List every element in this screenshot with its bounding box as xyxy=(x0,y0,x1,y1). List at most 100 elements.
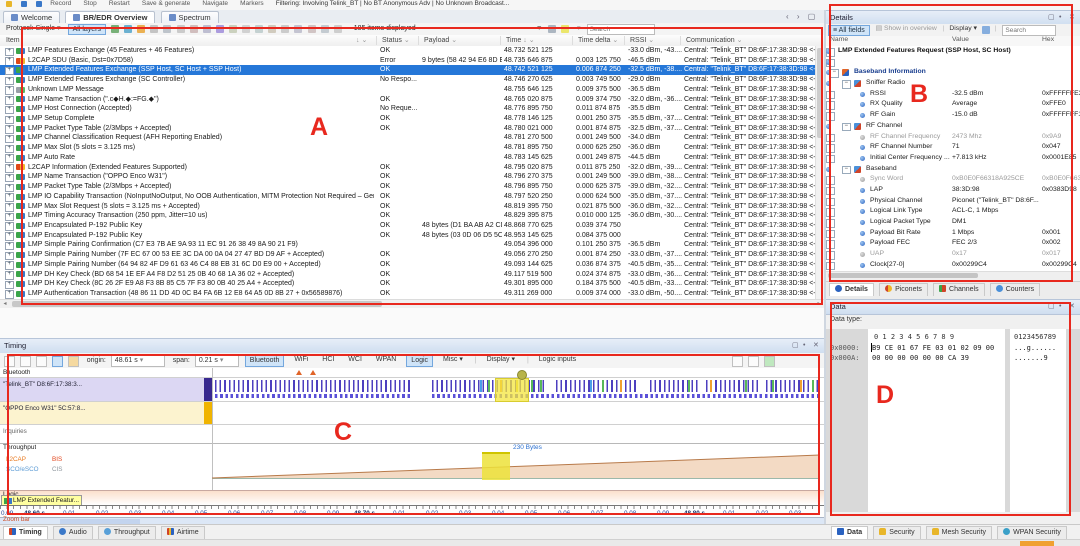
column-header-status[interactable]: Status ⌄ xyxy=(382,35,410,46)
expander-icon[interactable]: + xyxy=(5,281,14,290)
details-row[interactable]: Sync Word 0xB0E0F66318A925CE 0xB0E0F663.… xyxy=(826,174,1080,185)
bell-icon[interactable] xyxy=(137,25,145,33)
wci-toggle[interactable]: WCI xyxy=(344,354,366,365)
collapse-icon[interactable]: − xyxy=(842,123,851,132)
navigate-button[interactable]: Navigate xyxy=(202,0,228,7)
window-icon[interactable]: ▢ xyxy=(1048,14,1055,22)
pin-icon[interactable]: • xyxy=(1059,303,1061,311)
display-dropdown[interactable]: Display ▾ xyxy=(949,25,977,32)
expander-icon[interactable]: + xyxy=(5,203,14,212)
column-header-payload[interactable]: Payload ⌄ xyxy=(424,35,457,46)
card-icon[interactable] xyxy=(294,25,302,33)
save-generate-button[interactable]: Save & generate xyxy=(142,0,190,7)
details-tab[interactable]: Counters xyxy=(990,283,1040,296)
marker-flag-icon[interactable] xyxy=(310,370,316,375)
link-icon[interactable] xyxy=(124,25,132,33)
details-row[interactable]: RF Gain -15.0 dB 0xFFFFFFF1 xyxy=(826,110,1080,121)
details-row[interactable]: Payload FEC FEC 2/3 0x002 xyxy=(826,238,1080,249)
expander-icon[interactable]: + xyxy=(5,77,14,86)
collapse-icon[interactable]: − xyxy=(830,69,839,78)
marker-icon[interactable] xyxy=(216,25,224,33)
column-header-time-delta[interactable]: Time delta ⌄ xyxy=(578,35,618,46)
expander-icon[interactable]: + xyxy=(5,184,14,193)
details-row[interactable]: Logical Link Type ACL-C, 1 Mbps xyxy=(826,206,1080,217)
expander-icon[interactable]: + xyxy=(5,135,14,144)
expander-icon[interactable]: + xyxy=(5,290,14,299)
restart-button[interactable]: Restart xyxy=(109,0,130,7)
data-bottom-tab[interactable]: WPAN Security xyxy=(997,526,1067,539)
table-row[interactable]: + LMP Packet Type Table (2/3Mbps + Accep… xyxy=(0,124,824,134)
table-row[interactable]: + LMP Packet Type Table (2/3Mbps + Accep… xyxy=(0,182,824,192)
details-col-value[interactable]: Value xyxy=(952,36,969,43)
globe-icon[interactable] xyxy=(308,25,316,33)
bottom-tab[interactable]: Audio xyxy=(53,526,93,539)
hex-view[interactable]: 0 1 2 3 4 5 6 7 8 9 0123456789 0x0000: B… xyxy=(826,329,1080,512)
zoom-tool-icon[interactable] xyxy=(36,356,47,367)
details-row[interactable]: Clock[27-0] 0x00299C4 0x00299C4 xyxy=(826,260,1080,271)
details-row[interactable]: − Sniffer Radio xyxy=(826,78,1080,89)
pan-tool-icon[interactable] xyxy=(20,356,31,367)
details-row[interactable]: RSSI -32.5 dBm 0xFFFFFFE3 xyxy=(826,89,1080,100)
expander-icon[interactable]: + xyxy=(5,116,14,125)
expander-icon[interactable]: + xyxy=(5,57,14,66)
data-bottom-tab[interactable]: Mesh Security xyxy=(926,526,992,539)
details-row[interactable]: LMP Extended Features Request (SSP Host,… xyxy=(826,46,1080,57)
search-input[interactable] xyxy=(587,24,655,35)
export-view-icon[interactable] xyxy=(764,356,775,367)
table-row[interactable]: + LMP DH Key Check (8C 26 2F E9 A8 F3 8B… xyxy=(0,279,824,289)
table-row[interactable]: + LMP Features Exchange (45 Features + 4… xyxy=(0,46,824,56)
table-row[interactable]: + LMP Simple Pairing Confirmation (C7 E3… xyxy=(0,240,824,250)
table-row[interactable]: + LMP Auto Rate 48.783 145 625 0.001 249… xyxy=(0,153,824,163)
table-row[interactable]: + LMP Encapsulated P-192 Public Key OK 4… xyxy=(0,231,824,241)
details-row[interactable]: RX Quality Average 0xFFE0 xyxy=(826,99,1080,110)
marker-tool-icon[interactable] xyxy=(68,356,79,367)
bottom-tab[interactable]: Timing xyxy=(3,526,48,539)
table-row[interactable]: + LMP Extended Features Exchange (SC Con… xyxy=(0,75,824,85)
table-row[interactable]: + Unknown LMP Message 48.755 646 125 0.0… xyxy=(0,85,824,95)
expander-icon[interactable]: + xyxy=(5,125,14,134)
protocol-mode-dropdown[interactable]: Protocol: Single ▾ xyxy=(6,23,61,35)
refresh-icon[interactable] xyxy=(111,25,119,33)
all-fields-button[interactable]: ≡ All fields xyxy=(828,25,870,36)
clock-icon[interactable] xyxy=(229,25,237,33)
timing-row-oppo[interactable]: "OPPO Enco W31" 5C:57:8... xyxy=(0,402,204,424)
details-tab[interactable]: Channels xyxy=(933,283,985,296)
expander-icon[interactable]: + xyxy=(5,252,14,261)
graph-icon[interactable] xyxy=(321,25,329,33)
search-glass-icon[interactable] xyxy=(163,25,171,33)
table-row[interactable]: + LMP Name Transaction ("OPPO Enco W31")… xyxy=(0,172,824,182)
export-icon[interactable] xyxy=(255,25,263,33)
window-icon[interactable]: ▢ xyxy=(792,342,799,350)
details-col-name[interactable]: Name xyxy=(830,36,848,43)
table-row[interactable]: + LMP Encapsulated P-192 Public Key OK 4… xyxy=(0,221,824,231)
wifi-toggle[interactable]: WiFi xyxy=(290,354,312,365)
table-row[interactable]: + LMP Simple Pairing Number (64 94 82 4F… xyxy=(0,260,824,270)
table-row[interactable]: + LMP Timing Accuracy Transaction (250 p… xyxy=(0,211,824,221)
logic-inputs-button[interactable]: Logic inputs xyxy=(535,354,580,365)
table-row[interactable]: + LMP IO Capability Transaction (NoInput… xyxy=(0,192,824,202)
settings-icon[interactable] xyxy=(334,25,342,33)
details-row[interactable]: Payload Bit Rate 1 Mbps 0x001 xyxy=(826,228,1080,239)
expander-icon[interactable]: + xyxy=(5,48,14,57)
expander-icon[interactable]: + xyxy=(5,174,14,183)
close-icon[interactable]: ✕ xyxy=(1069,14,1075,22)
expander-icon[interactable]: + xyxy=(5,154,14,163)
bluetooth-toggle[interactable]: Bluetooth xyxy=(245,354,285,367)
window-icon[interactable]: ▢ xyxy=(1048,303,1055,311)
details-row[interactable]: Logical Packet Type DM1 xyxy=(826,217,1080,228)
logic-toggle[interactable]: Logic xyxy=(406,354,433,367)
find-icon[interactable] xyxy=(548,25,556,33)
copy-icon[interactable] xyxy=(242,25,250,33)
table-row[interactable]: + L2CAP SDU (Basic, Dst=0x7D58) Error 9 … xyxy=(0,56,824,66)
details-row[interactable] xyxy=(826,57,1080,68)
expander-icon[interactable]: + xyxy=(5,232,14,241)
all-layers-button[interactable]: All layers xyxy=(68,24,106,35)
markers-button[interactable]: Markers xyxy=(240,0,263,7)
table-row[interactable]: + LMP Name Transaction (".c◆H.◆:=FG.◆") … xyxy=(0,95,824,105)
table-row[interactable]: + LMP DH Key Check (BD 68 54 1E EF A4 F8… xyxy=(0,270,824,280)
open-icon[interactable] xyxy=(6,1,12,7)
display-dropdown[interactable]: Display ▾ xyxy=(483,354,519,365)
expander-icon[interactable]: + xyxy=(5,261,14,270)
details-row[interactable]: Initial Center Frequency ... +7.813 kHz … xyxy=(826,153,1080,164)
document-tab[interactable]: BR/EDR Overview xyxy=(65,11,155,23)
